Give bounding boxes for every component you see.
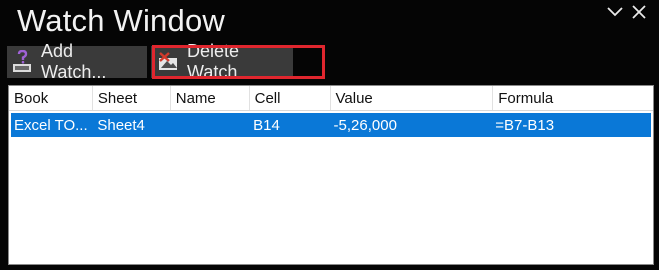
column-header-cell[interactable]: Cell bbox=[250, 86, 331, 110]
table-row[interactable]: Excel TO... Sheet4 B14 -5,26,000 =B7-B13 bbox=[11, 113, 651, 137]
add-watch-button[interactable]: Add Watch... bbox=[7, 41, 147, 82]
cell-value: -5,26,000 bbox=[333, 116, 397, 134]
watch-window: Watch Window Add Watch... Delete Watch B… bbox=[0, 0, 659, 270]
toolbar: Add Watch... Delete Watch bbox=[7, 41, 293, 82]
cell-formula: =B7-B13 bbox=[495, 116, 555, 134]
cell-book: Excel TO... bbox=[14, 116, 88, 134]
cell-cell: B14 bbox=[253, 116, 280, 134]
cell-sheet: Sheet4 bbox=[97, 116, 145, 134]
close-icon[interactable] bbox=[630, 3, 648, 21]
delete-watch-icon bbox=[157, 50, 181, 74]
column-header-book[interactable]: Book bbox=[9, 86, 93, 110]
delete-watch-button[interactable]: Delete Watch bbox=[151, 41, 293, 82]
window-title: Watch Window bbox=[17, 3, 225, 38]
column-header-value[interactable]: Value bbox=[331, 86, 494, 110]
cell-name bbox=[172, 113, 250, 137]
chevron-down-icon[interactable] bbox=[606, 3, 624, 21]
column-header-formula[interactable]: Formula bbox=[493, 86, 653, 110]
column-header-name[interactable]: Name bbox=[171, 86, 250, 110]
add-watch-icon bbox=[11, 49, 35, 74]
watch-list[interactable]: Book Sheet Name Cell Value Formula Excel… bbox=[8, 85, 654, 265]
column-header-sheet[interactable]: Sheet bbox=[93, 86, 171, 110]
add-watch-label: Add Watch... bbox=[41, 41, 107, 82]
delete-watch-label: Delete Watch bbox=[187, 41, 240, 82]
column-header-row: Book Sheet Name Cell Value Formula bbox=[9, 86, 653, 111]
